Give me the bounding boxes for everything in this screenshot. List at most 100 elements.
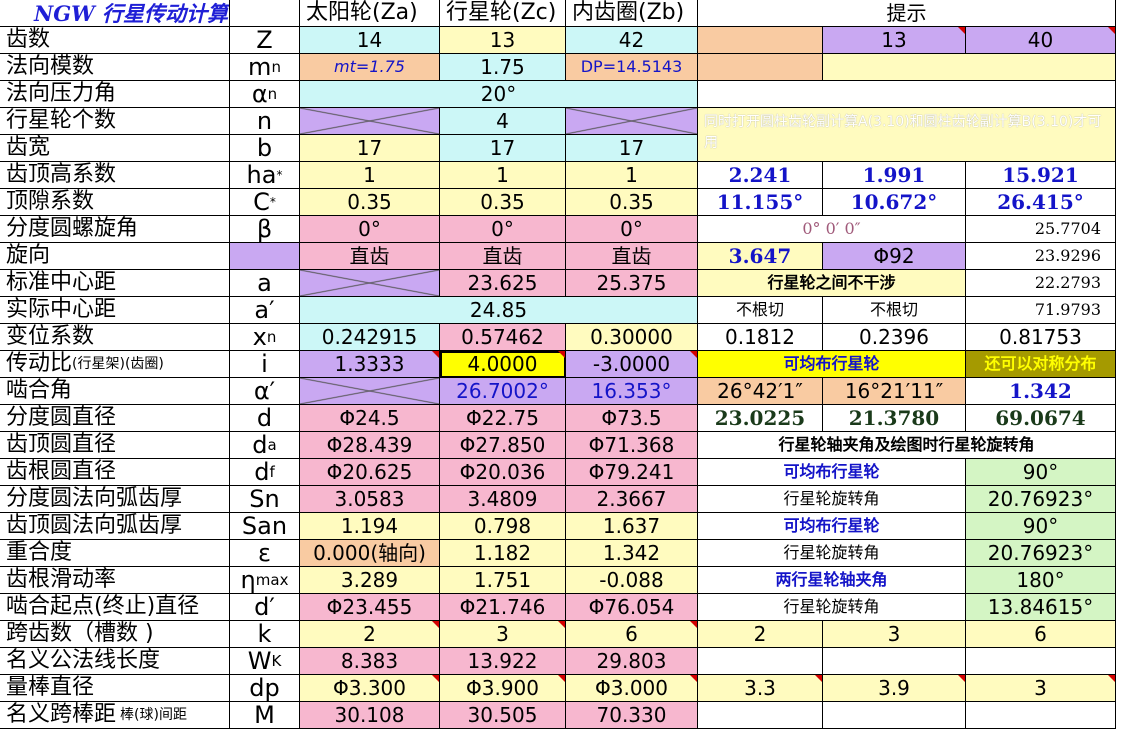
tip-zc: Φ27.850: [440, 432, 566, 459]
pitch-h1: 23.0225: [698, 405, 823, 432]
span-teeth-h2[interactable]: 3: [823, 621, 966, 648]
ratio-h3: 还可以对称分布: [966, 351, 1116, 378]
label-tip-thick: 齿顶圆法向弧齿厚: [0, 513, 230, 540]
overlap-za: 0.000(轴向): [300, 540, 440, 567]
tip-zb: Φ71.368: [566, 432, 698, 459]
module-h23: [823, 54, 1116, 81]
pin-dia-h3[interactable]: 3: [966, 675, 1116, 702]
planet-count-zc[interactable]: 4: [440, 108, 566, 135]
pin-dia-za[interactable]: Φ3.300: [300, 675, 440, 702]
hand-h2: Φ92: [823, 243, 966, 270]
span-teeth-h1[interactable]: 2: [698, 621, 823, 648]
clearance-zb[interactable]: 0.35: [566, 189, 698, 216]
helix-zb[interactable]: 0°: [566, 216, 698, 243]
label-std-center: 标准中心距: [0, 270, 230, 297]
label-addendum: 齿顶高系数: [0, 162, 230, 189]
mesh-angle-h1: 26°42′1″: [698, 378, 823, 405]
helix-za[interactable]: 0°: [300, 216, 440, 243]
addendum-h2: 1.991: [823, 162, 966, 189]
tip-thick-za: 1.194: [300, 513, 440, 540]
pin-dia-h1[interactable]: 3.3: [698, 675, 823, 702]
std-center-za: [300, 270, 440, 297]
label-base-tangent: 名义公法线长度: [0, 648, 230, 675]
label-hand: 旋向: [0, 243, 230, 270]
module-za[interactable]: mt=1.75: [300, 54, 440, 81]
sym-mesh-angle: α′: [230, 378, 300, 405]
shift-zb[interactable]: 0.30000: [566, 324, 698, 351]
base-tangent-zb: 29.803: [566, 648, 698, 675]
pin-dia-h2[interactable]: 3.9: [823, 675, 966, 702]
std-center-h3: 22.2793: [966, 270, 1116, 297]
shift-h1: 0.1812: [698, 324, 823, 351]
act-center-h3: 71.9793: [966, 297, 1116, 324]
label-root: 齿根圆直径: [0, 459, 230, 486]
pin-dist-h1: [698, 702, 823, 729]
act-center-val[interactable]: 24.85: [300, 297, 698, 324]
clearance-za[interactable]: 0.35: [300, 189, 440, 216]
std-center-msg: 行星轮之间不干涉: [698, 270, 966, 297]
pin-dist-zb: 70.330: [566, 702, 698, 729]
hand-za[interactable]: 直齿: [300, 243, 440, 270]
tip-thick-h3: 90°: [966, 513, 1116, 540]
sym-mesh-start: d′: [230, 594, 300, 621]
label-pitch: 分度圆直径: [0, 405, 230, 432]
teeth-h3[interactable]: 40: [966, 27, 1116, 54]
planet-note: 同时打开圆柱齿轮副计算A(3.10)和圆柱齿轮副计算B(3.10)才可用: [698, 108, 1116, 162]
ratio-zc[interactable]: 4.0000: [440, 351, 566, 378]
mesh-start-za: Φ23.455: [300, 594, 440, 621]
clearance-h3: 26.415°: [966, 189, 1116, 216]
label-teeth: 齿数: [0, 27, 230, 54]
header-symbol: [230, 0, 300, 27]
sym-pressure: αn: [230, 81, 300, 108]
label-pressure: 法向压力角: [0, 81, 230, 108]
width-za[interactable]: 17: [300, 135, 440, 162]
sym-pin-dist: M: [230, 702, 300, 729]
sym-root: df: [230, 459, 300, 486]
label-shift: 变位系数: [0, 324, 230, 351]
label-slide: 齿根滑动率: [0, 567, 230, 594]
pressure-hint: [698, 81, 1116, 108]
label-clearance: 顶隙系数: [0, 189, 230, 216]
span-teeth-zb[interactable]: 6: [566, 621, 698, 648]
clearance-zc[interactable]: 0.35: [440, 189, 566, 216]
teeth-h2[interactable]: 13: [823, 27, 966, 54]
span-teeth-za[interactable]: 2: [300, 621, 440, 648]
span-teeth-zc[interactable]: 3: [440, 621, 566, 648]
width-zc[interactable]: 17: [440, 135, 566, 162]
shift-zc[interactable]: 0.57462: [440, 324, 566, 351]
teeth-zb[interactable]: 42: [566, 27, 698, 54]
arc-thick-zc: 3.4809: [440, 486, 566, 513]
hand-zc[interactable]: 直齿: [440, 243, 566, 270]
addendum-za[interactable]: 1: [300, 162, 440, 189]
label-module: 法向模数: [0, 54, 230, 81]
ratio-za[interactable]: 1.3333: [300, 351, 440, 378]
module-zc[interactable]: 1.75: [440, 54, 566, 81]
width-zb[interactable]: 17: [566, 135, 698, 162]
label-pin-dia: 量棒直径: [0, 675, 230, 702]
addendum-zc[interactable]: 1: [440, 162, 566, 189]
addendum-zb[interactable]: 1: [566, 162, 698, 189]
pressure-val[interactable]: 20°: [300, 81, 698, 108]
pitch-h2: 21.3780: [823, 405, 966, 432]
ratio-zb[interactable]: -3.0000: [566, 351, 698, 378]
helix-zc[interactable]: 0°: [440, 216, 566, 243]
hand-zb[interactable]: 直齿: [566, 243, 698, 270]
arc-thick-msg: 行星轮旋转角: [698, 486, 966, 513]
label-helix: 分度圆螺旋角: [0, 216, 230, 243]
teeth-zc[interactable]: 13: [440, 27, 566, 54]
planet-count-za: [300, 108, 440, 135]
helix-h3: 25.7704: [966, 216, 1116, 243]
span-teeth-h3[interactable]: 6: [966, 621, 1116, 648]
clearance-h1: 11.155°: [698, 189, 823, 216]
clearance-h2: 10.672°: [823, 189, 966, 216]
shift-za[interactable]: 0.242915: [300, 324, 440, 351]
label-act-center: 实际中心距: [0, 297, 230, 324]
module-zb[interactable]: DP=14.5143: [566, 54, 698, 81]
shift-h3: 0.81753: [966, 324, 1116, 351]
sym-addendum: ha *: [230, 162, 300, 189]
teeth-h1: [698, 27, 823, 54]
pin-dia-zb[interactable]: Φ3.000: [566, 675, 698, 702]
pin-dia-zc[interactable]: Φ3.900: [440, 675, 566, 702]
tip-thick-zc: 0.798: [440, 513, 566, 540]
teeth-za[interactable]: 14: [300, 27, 440, 54]
